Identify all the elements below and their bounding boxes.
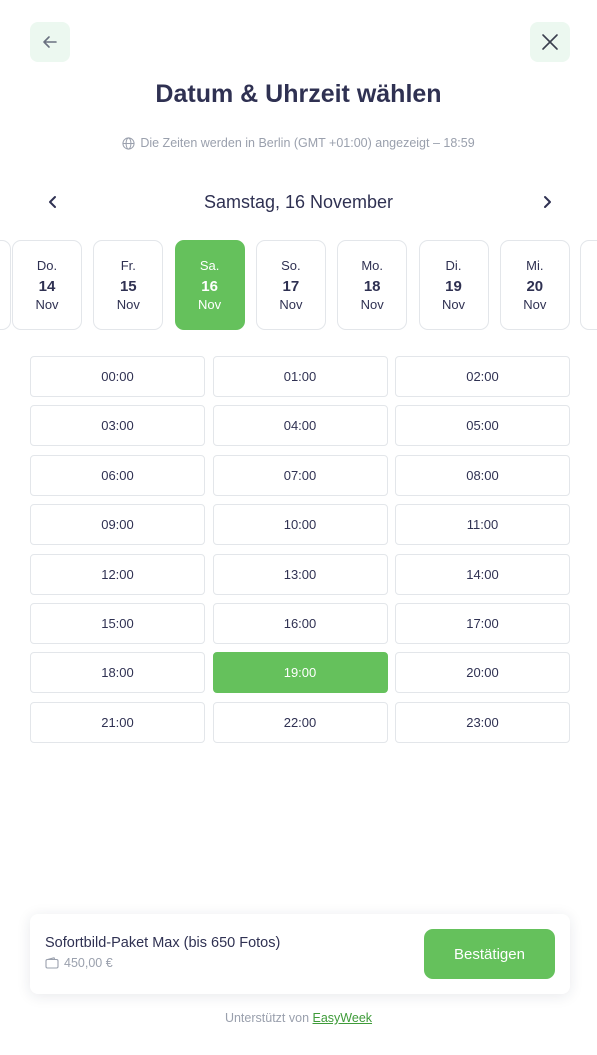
time-slot[interactable]: 23:00 (395, 701, 570, 743)
time-slot[interactable]: 16:00 (212, 603, 388, 644)
day-num: 20 (526, 278, 544, 295)
globe-icon (122, 136, 135, 150)
time-slot[interactable]: 04:00 (212, 405, 388, 447)
time-slot[interactable]: 06:00 (30, 454, 205, 496)
day-num: 16 (201, 278, 218, 295)
time-slot[interactable]: 13:00 (212, 553, 388, 595)
arrow-left-icon (43, 36, 57, 48)
price-text: 450,00 € (64, 956, 113, 970)
time-slot[interactable]: 02:00 (395, 356, 570, 397)
time-slot[interactable]: 07:00 (212, 454, 388, 496)
powered-by-text: Unterstützt von (224, 1011, 310, 1025)
current-date: Samstag, 16 November (203, 192, 394, 212)
day-name: Sa. (199, 258, 220, 273)
day-name: Fr. (120, 258, 136, 273)
time-slot[interactable]: 17:00 (395, 603, 570, 644)
time-slot[interactable]: 14:00 (395, 553, 570, 595)
day-name: Mo. (361, 258, 384, 273)
chevron-right-icon (544, 196, 551, 208)
time-slot[interactable]: 11:00 (395, 504, 570, 546)
time-slot[interactable]: 15:00 (30, 603, 205, 644)
day-card[interactable]: Do. 14 Nov (12, 240, 82, 330)
day-card[interactable]: Sa. 16 Nov (174, 240, 245, 330)
day-num: 14 (38, 278, 56, 295)
time-slot[interactable]: 00:00 (30, 356, 205, 397)
time-slot[interactable]: 19:00 (212, 652, 388, 694)
day-card[interactable]: Fr. 15 Nov (93, 240, 164, 330)
day-num: 18 (363, 278, 381, 295)
day-card[interactable]: Mi. 20 Nov (499, 240, 570, 330)
timezone-text: Die Zeiten werden in Berlin (GMT +01:00)… (140, 136, 475, 150)
time-slot[interactable]: 09:00 (30, 504, 205, 546)
booking-summary: Sofortbild-Paket Max (bis 650 Fotos) 450… (30, 914, 570, 994)
service-price: 450,00 € (45, 956, 113, 970)
day-mon: Nov (35, 297, 59, 312)
day-card[interactable]: So. 17 Nov (255, 240, 326, 330)
day-card[interactable]: Di. 19 Nov (418, 240, 489, 330)
day-card-partial-prev[interactable] (0, 240, 11, 330)
time-slot[interactable]: 21:00 (30, 701, 205, 743)
service-name: Sofortbild-Paket Max (bis 650 Fotos) (45, 935, 281, 951)
timezone-info: Die Zeiten werden in Berlin (GMT +01:00)… (0, 136, 597, 150)
time-slot[interactable]: 01:00 (212, 356, 388, 397)
time-slot[interactable]: 18:00 (30, 652, 205, 694)
day-num: 15 (119, 278, 137, 295)
date-navigation: Samstag, 16 November (0, 186, 597, 218)
time-slot[interactable]: 05:00 (395, 405, 570, 447)
time-slot[interactable]: 12:00 (30, 553, 205, 595)
time-slot[interactable]: 22:00 (212, 701, 388, 743)
day-num: 19 (445, 278, 462, 295)
day-card[interactable]: Mo. 18 Nov (337, 240, 408, 330)
time-slot[interactable]: 10:00 (212, 504, 388, 546)
time-slot[interactable]: 20:00 (395, 652, 570, 694)
back-button[interactable] (30, 22, 70, 62)
day-mon: Nov (279, 297, 303, 312)
day-name: Mi. (526, 258, 544, 273)
day-mon: Nov (523, 297, 547, 312)
day-card-partial-next[interactable] (580, 240, 597, 330)
day-selector: Do. 14 Nov Fr. 15 Nov Sa. 16 Nov So. 17 Nov Mo. 18 Nov… (0, 240, 597, 330)
powered-by: Unterstützt von EasyWeek (0, 1011, 597, 1025)
day-name: So. (281, 258, 301, 273)
day-mon: Nov (116, 297, 140, 312)
time-slot[interactable]: 03:00 (30, 405, 205, 447)
easyweek-link[interactable]: EasyWeek (313, 1011, 373, 1025)
day-mon: Nov (441, 297, 466, 312)
wallet-icon (45, 957, 59, 969)
next-day-button[interactable] (535, 190, 559, 214)
close-icon (542, 34, 558, 50)
time-slot[interactable]: 08:00 (395, 454, 570, 496)
day-name: Do. (36, 258, 58, 273)
day-mon: Nov (360, 297, 384, 312)
page-title: Datum & Uhrzeit wählen (155, 80, 442, 108)
day-mon: Nov (198, 297, 222, 312)
day-name: Di. (445, 258, 462, 273)
confirm-button[interactable]: Bestätigen (424, 929, 555, 979)
close-button[interactable] (530, 22, 570, 62)
day-num: 17 (282, 278, 300, 295)
